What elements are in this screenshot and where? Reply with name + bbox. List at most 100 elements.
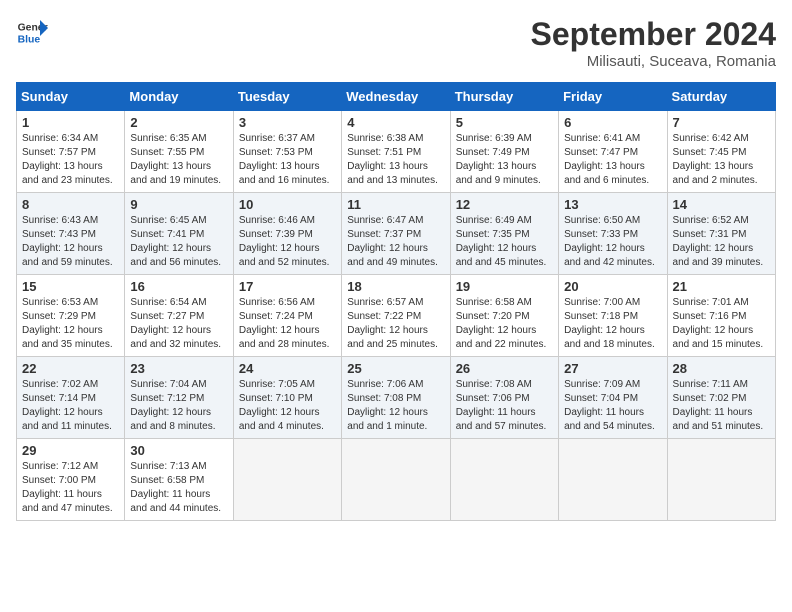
calendar-cell: 1 Sunrise: 6:34 AMSunset: 7:57 PMDaylight… bbox=[17, 111, 125, 193]
day-info: Sunrise: 7:01 AMSunset: 7:16 PMDaylight:… bbox=[673, 296, 770, 352]
calendar-cell: 7 Sunrise: 6:42 AMSunset: 7:45 PMDaylight… bbox=[667, 111, 775, 193]
day-info: Sunrise: 6:39 AMSunset: 7:49 PMDaylight:… bbox=[456, 132, 553, 188]
calendar-cell: 19 Sunrise: 6:58 AMSunset: 7:20 PMDayligh… bbox=[450, 275, 558, 357]
calendar-cell: 20 Sunrise: 7:00 AMSunset: 7:18 PMDayligh… bbox=[559, 275, 667, 357]
logo-icon: General Blue bbox=[16, 16, 48, 48]
day-info: Sunrise: 6:45 AMSunset: 7:41 PMDaylight:… bbox=[130, 214, 227, 270]
day-number: 19 bbox=[456, 279, 553, 294]
day-number: 15 bbox=[22, 279, 119, 294]
day-number: 25 bbox=[347, 361, 444, 376]
calendar-cell: 2 Sunrise: 6:35 AMSunset: 7:55 PMDaylight… bbox=[125, 111, 233, 193]
weekday-header-row: Sunday Monday Tuesday Wednesday Thursday… bbox=[17, 83, 776, 111]
day-info: Sunrise: 6:42 AMSunset: 7:45 PMDaylight:… bbox=[673, 132, 770, 188]
day-info: Sunrise: 6:54 AMSunset: 7:27 PMDaylight:… bbox=[130, 296, 227, 352]
page-header: General Blue September 2024 Milisauti, S… bbox=[16, 16, 776, 70]
day-info: Sunrise: 6:47 AMSunset: 7:37 PMDaylight:… bbox=[347, 214, 444, 270]
day-info: Sunrise: 6:49 AMSunset: 7:35 PMDaylight:… bbox=[456, 214, 553, 270]
day-info: Sunrise: 6:58 AMSunset: 7:20 PMDaylight:… bbox=[456, 296, 553, 352]
day-number: 28 bbox=[673, 361, 770, 376]
day-number: 2 bbox=[130, 115, 227, 130]
day-info: Sunrise: 7:12 AMSunset: 7:00 PMDaylight:… bbox=[22, 460, 119, 516]
title-area: September 2024 Milisauti, Suceava, Roman… bbox=[531, 16, 776, 70]
calendar-cell: 5 Sunrise: 6:39 AMSunset: 7:49 PMDaylight… bbox=[450, 111, 558, 193]
calendar-cell: 10 Sunrise: 6:46 AMSunset: 7:39 PMDayligh… bbox=[233, 193, 341, 275]
calendar-cell: 3 Sunrise: 6:37 AMSunset: 7:53 PMDaylight… bbox=[233, 111, 341, 193]
svg-text:Blue: Blue bbox=[18, 34, 41, 45]
calendar-cell: 30Sunrise: 7:13 AMSunset: 6:58 PMDayligh… bbox=[125, 439, 233, 521]
month-title: September 2024 bbox=[531, 16, 776, 53]
day-info: Sunrise: 7:00 AMSunset: 7:18 PMDaylight:… bbox=[564, 296, 661, 352]
calendar-cell: 6Sunrise: 6:41 AMSunset: 7:47 PMDaylight… bbox=[559, 111, 667, 193]
calendar-cell: 16 Sunrise: 6:54 AMSunset: 7:27 PMDayligh… bbox=[125, 275, 233, 357]
day-info: Sunrise: 6:53 AMSunset: 7:29 PMDaylight:… bbox=[22, 296, 119, 352]
calendar-cell bbox=[450, 439, 558, 521]
day-number: 8 bbox=[22, 197, 119, 212]
logo: General Blue bbox=[16, 16, 48, 48]
calendar-cell: 12 Sunrise: 6:49 AMSunset: 7:35 PMDayligh… bbox=[450, 193, 558, 275]
day-info: Sunrise: 7:04 AMSunset: 7:12 PMDaylight:… bbox=[130, 378, 227, 434]
location-subtitle: Milisauti, Suceava, Romania bbox=[531, 53, 776, 70]
calendar-cell: 21Sunrise: 7:01 AMSunset: 7:16 PMDayligh… bbox=[667, 275, 775, 357]
day-number: 11 bbox=[347, 197, 444, 212]
day-number: 12 bbox=[456, 197, 553, 212]
day-info: Sunrise: 7:09 AMSunset: 7:04 PMDaylight:… bbox=[564, 378, 661, 434]
day-info: Sunrise: 6:56 AMSunset: 7:24 PMDaylight:… bbox=[239, 296, 336, 352]
day-info: Sunrise: 6:34 AMSunset: 7:57 PMDaylight:… bbox=[22, 132, 119, 188]
calendar-cell: 27 Sunrise: 7:09 AMSunset: 7:04 PMDayligh… bbox=[559, 357, 667, 439]
calendar-week-row: 22Sunrise: 7:02 AMSunset: 7:14 PMDayligh… bbox=[17, 357, 776, 439]
day-number: 1 bbox=[22, 115, 119, 130]
calendar-cell bbox=[559, 439, 667, 521]
calendar-week-row: 8 Sunrise: 6:43 AMSunset: 7:43 PMDaylight… bbox=[17, 193, 776, 275]
header-wednesday: Wednesday bbox=[342, 83, 450, 111]
calendar-cell: 22Sunrise: 7:02 AMSunset: 7:14 PMDayligh… bbox=[17, 357, 125, 439]
calendar-cell bbox=[342, 439, 450, 521]
day-info: Sunrise: 6:38 AMSunset: 7:51 PMDaylight:… bbox=[347, 132, 444, 188]
day-info: Sunrise: 7:05 AMSunset: 7:10 PMDaylight:… bbox=[239, 378, 336, 434]
header-thursday: Thursday bbox=[450, 83, 558, 111]
header-sunday: Sunday bbox=[17, 83, 125, 111]
day-info: Sunrise: 6:41 AMSunset: 7:47 PMDaylight:… bbox=[564, 132, 661, 188]
calendar-week-row: 29Sunrise: 7:12 AMSunset: 7:00 PMDayligh… bbox=[17, 439, 776, 521]
calendar-cell: 29Sunrise: 7:12 AMSunset: 7:00 PMDayligh… bbox=[17, 439, 125, 521]
day-number: 17 bbox=[239, 279, 336, 294]
calendar-cell: 25 Sunrise: 7:06 AMSunset: 7:08 PMDayligh… bbox=[342, 357, 450, 439]
calendar-week-row: 15 Sunrise: 6:53 AMSunset: 7:29 PMDayligh… bbox=[17, 275, 776, 357]
header-tuesday: Tuesday bbox=[233, 83, 341, 111]
header-saturday: Saturday bbox=[667, 83, 775, 111]
calendar-cell: 9 Sunrise: 6:45 AMSunset: 7:41 PMDaylight… bbox=[125, 193, 233, 275]
calendar-cell: 13Sunrise: 6:50 AMSunset: 7:33 PMDayligh… bbox=[559, 193, 667, 275]
day-number: 9 bbox=[130, 197, 227, 212]
day-number: 7 bbox=[673, 115, 770, 130]
day-number: 3 bbox=[239, 115, 336, 130]
day-info: Sunrise: 6:50 AMSunset: 7:33 PMDaylight:… bbox=[564, 214, 661, 270]
day-info: Sunrise: 7:13 AMSunset: 6:58 PMDaylight:… bbox=[130, 460, 227, 516]
day-info: Sunrise: 6:52 AMSunset: 7:31 PMDaylight:… bbox=[673, 214, 770, 270]
day-info: Sunrise: 6:43 AMSunset: 7:43 PMDaylight:… bbox=[22, 214, 119, 270]
day-info: Sunrise: 6:46 AMSunset: 7:39 PMDaylight:… bbox=[239, 214, 336, 270]
calendar-cell: 18Sunrise: 6:57 AMSunset: 7:22 PMDayligh… bbox=[342, 275, 450, 357]
day-info: Sunrise: 6:35 AMSunset: 7:55 PMDaylight:… bbox=[130, 132, 227, 188]
day-number: 5 bbox=[456, 115, 553, 130]
calendar-cell: 17 Sunrise: 6:56 AMSunset: 7:24 PMDayligh… bbox=[233, 275, 341, 357]
calendar-week-row: 1 Sunrise: 6:34 AMSunset: 7:57 PMDaylight… bbox=[17, 111, 776, 193]
calendar-cell: 26Sunrise: 7:08 AMSunset: 7:06 PMDayligh… bbox=[450, 357, 558, 439]
calendar-cell: 15 Sunrise: 6:53 AMSunset: 7:29 PMDayligh… bbox=[17, 275, 125, 357]
calendar-cell: 28Sunrise: 7:11 AMSunset: 7:02 PMDayligh… bbox=[667, 357, 775, 439]
calendar-cell: 24Sunrise: 7:05 AMSunset: 7:10 PMDayligh… bbox=[233, 357, 341, 439]
day-info: Sunrise: 7:06 AMSunset: 7:08 PMDaylight:… bbox=[347, 378, 444, 434]
day-number: 10 bbox=[239, 197, 336, 212]
day-number: 14 bbox=[673, 197, 770, 212]
calendar-cell: 14 Sunrise: 6:52 AMSunset: 7:31 PMDayligh… bbox=[667, 193, 775, 275]
day-number: 20 bbox=[564, 279, 661, 294]
header-monday: Monday bbox=[125, 83, 233, 111]
day-number: 22 bbox=[22, 361, 119, 376]
day-info: Sunrise: 6:37 AMSunset: 7:53 PMDaylight:… bbox=[239, 132, 336, 188]
day-number: 4 bbox=[347, 115, 444, 130]
header-friday: Friday bbox=[559, 83, 667, 111]
calendar-cell bbox=[233, 439, 341, 521]
day-number: 27 bbox=[564, 361, 661, 376]
calendar-cell: 23Sunrise: 7:04 AMSunset: 7:12 PMDayligh… bbox=[125, 357, 233, 439]
day-number: 16 bbox=[130, 279, 227, 294]
day-info: Sunrise: 6:57 AMSunset: 7:22 PMDaylight:… bbox=[347, 296, 444, 352]
calendar-cell bbox=[667, 439, 775, 521]
